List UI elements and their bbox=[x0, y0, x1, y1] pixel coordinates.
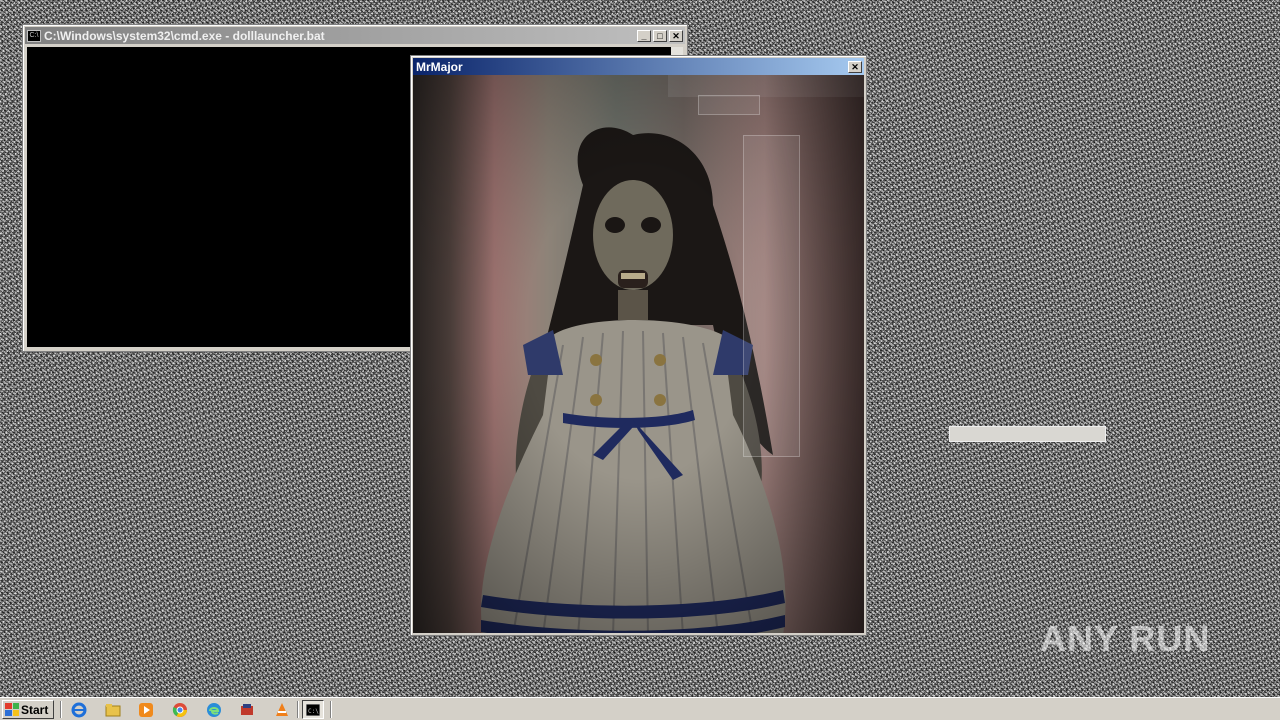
close-button[interactable]: ✕ bbox=[669, 29, 683, 42]
folder-icon[interactable] bbox=[102, 700, 124, 719]
image-window[interactable]: MrMajor ✕ bbox=[410, 55, 867, 636]
ghost-window bbox=[698, 95, 760, 115]
taskbar-separator bbox=[297, 701, 299, 718]
start-label: Start bbox=[21, 702, 49, 717]
minimize-button[interactable]: _ bbox=[637, 29, 651, 42]
cmd-icon: C:\ bbox=[306, 703, 320, 716]
cmd-title: C:\Windows\system32\cmd.exe - dolllaunch… bbox=[44, 28, 325, 43]
media-player-icon[interactable] bbox=[135, 700, 157, 719]
console-icon: C:\ bbox=[27, 29, 41, 42]
floating-bar bbox=[949, 426, 1106, 442]
maximize-button[interactable]: □ bbox=[653, 29, 667, 42]
vlc-icon[interactable] bbox=[271, 700, 293, 719]
edge-icon[interactable] bbox=[203, 700, 225, 719]
taskbar-separator bbox=[60, 701, 62, 718]
windows-logo-icon bbox=[5, 703, 19, 716]
app-icon[interactable] bbox=[236, 700, 258, 719]
chrome-icon[interactable] bbox=[169, 700, 191, 719]
doll-photo bbox=[413, 75, 864, 633]
watermark-logo: ANY RUN bbox=[1040, 618, 1211, 659]
start-button[interactable]: Start bbox=[2, 700, 54, 719]
taskbar-separator bbox=[330, 701, 332, 718]
taskbar: Start C:\ bbox=[0, 697, 1280, 720]
close-button[interactable]: ✕ bbox=[848, 60, 862, 73]
internet-explorer-icon[interactable] bbox=[68, 700, 90, 719]
cmd-titlebar[interactable]: C:\ C:\Windows\system32\cmd.exe - dollla… bbox=[25, 27, 685, 44]
svg-text:C:\: C:\ bbox=[308, 708, 319, 715]
system-tray bbox=[1130, 698, 1280, 720]
image-window-title: MrMajor bbox=[416, 59, 463, 74]
ghost-window bbox=[743, 135, 800, 457]
image-titlebar[interactable]: MrMajor ✕ bbox=[413, 58, 864, 75]
cmd-taskbar-button[interactable]: C:\ bbox=[302, 700, 324, 719]
